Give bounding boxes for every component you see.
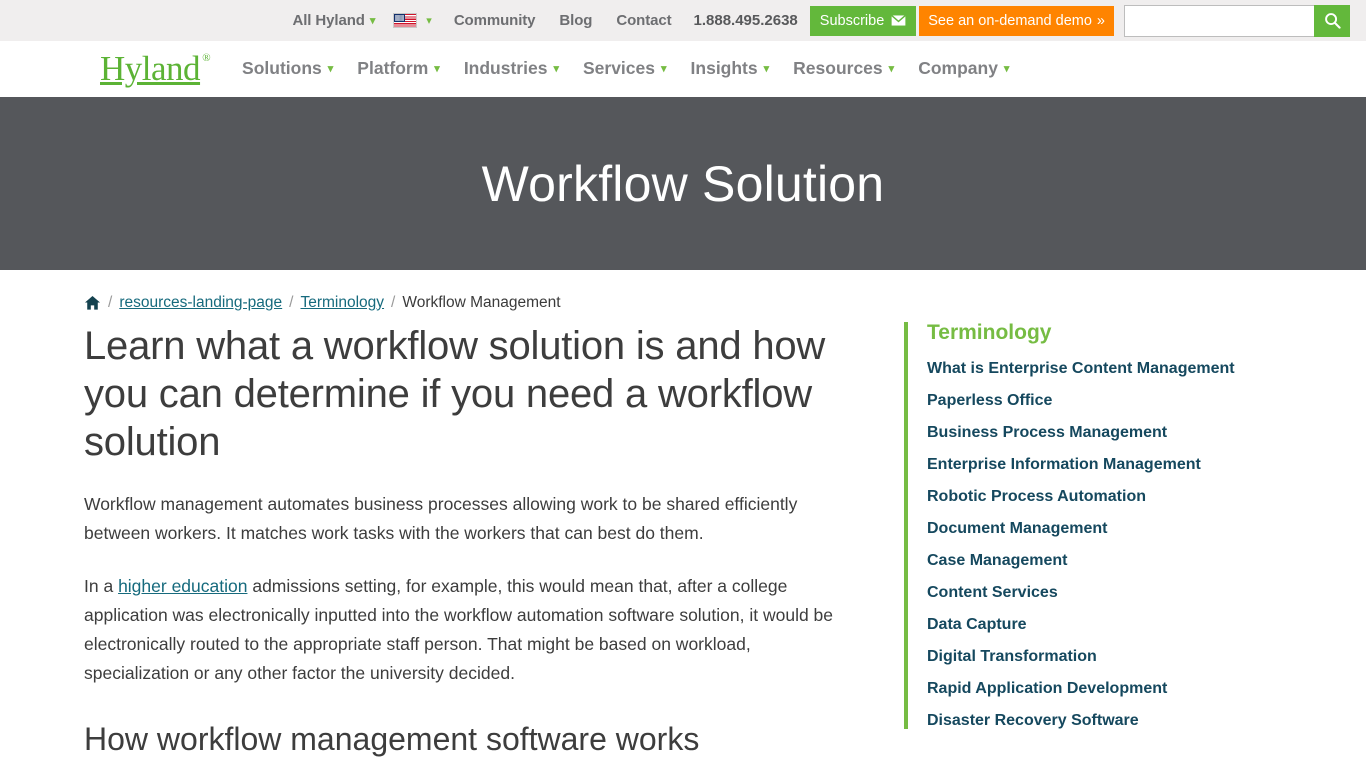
blog-label: Blog bbox=[559, 12, 593, 29]
main-content-column: Learn what a workflow solution is and ho… bbox=[84, 308, 884, 758]
search-icon bbox=[1324, 13, 1341, 29]
us-flag-icon bbox=[393, 13, 418, 28]
content-columns: Learn what a workflow solution is and ho… bbox=[84, 308, 1366, 758]
hero-banner: Workflow Solution bbox=[0, 97, 1366, 270]
terminology-widget: Terminology What is Enterprise Content M… bbox=[904, 322, 1304, 729]
chevron-down-icon: ▾ bbox=[763, 63, 770, 75]
registered-mark: ® bbox=[202, 52, 211, 64]
sidebar-item-what-is-enterprise-content-management[interactable]: What is Enterprise Content Management bbox=[927, 361, 1304, 377]
sidebar-item-robotic-process-automation[interactable]: Robotic Process Automation bbox=[927, 489, 1304, 505]
chevron-down-icon: ▾ bbox=[661, 63, 667, 75]
site-search bbox=[1124, 4, 1350, 37]
demo-label: See an on-demand demo bbox=[928, 12, 1092, 29]
on-demand-demo-button[interactable]: See an on-demand demo » bbox=[919, 5, 1114, 36]
sidebar-item-content-services[interactable]: Content Services bbox=[927, 585, 1304, 601]
sidebar-item-rapid-application-development[interactable]: Rapid Application Development bbox=[927, 681, 1304, 697]
nav-item-solutions[interactable]: Solutions ▾ bbox=[230, 58, 345, 79]
nav-item-industries[interactable]: Industries ▾ bbox=[452, 58, 571, 79]
chevron-down-icon: ▾ bbox=[553, 63, 559, 75]
nav-item-insights[interactable]: Insights ▾ bbox=[679, 58, 782, 79]
nav-label: Platform bbox=[357, 58, 429, 78]
phone-number: 1.888.495.2638 bbox=[693, 12, 798, 29]
article-paragraph-2: In a higher education admissions setting… bbox=[84, 572, 844, 688]
sidebar-title: Terminology bbox=[927, 321, 1052, 344]
chevron-down-icon: ▾ bbox=[1003, 63, 1010, 75]
chevron-down-icon: ▾ bbox=[434, 63, 440, 75]
nav-label: Resources bbox=[793, 58, 883, 78]
top-utility-bar: All Hyland ▾ ▾ Community Blog Contact 1.… bbox=[0, 0, 1366, 41]
sidebar-item-disaster-recovery-software[interactable]: Disaster Recovery Software bbox=[927, 713, 1304, 729]
main-navigation: Hyland ® Solutions ▾ Platform ▾ Industrie… bbox=[0, 41, 1366, 97]
search-button[interactable] bbox=[1314, 4, 1350, 37]
nav-label: Industries bbox=[463, 58, 548, 78]
logo-wordmark: Hyland bbox=[100, 49, 201, 88]
community-label: Community bbox=[453, 12, 536, 29]
nav-item-company[interactable]: Company ▾ bbox=[906, 58, 1021, 79]
article-paragraph-1: Workflow management automates business p… bbox=[84, 494, 798, 543]
double-chevron-right-icon: » bbox=[1096, 12, 1105, 29]
article-subheading: How workflow management software works bbox=[84, 721, 700, 757]
sidebar-item-paperless-office[interactable]: Paperless Office bbox=[927, 393, 1304, 409]
sidebar-item-document-management[interactable]: Document Management bbox=[927, 521, 1304, 537]
article-heading: Learn what a workflow solution is and ho… bbox=[84, 324, 826, 464]
sidebar-item-digital-transformation[interactable]: Digital Transformation bbox=[927, 649, 1304, 665]
hyland-logo[interactable]: Hyland ® bbox=[100, 49, 211, 88]
breadcrumb: / resources-landing-page / Terminology /… bbox=[84, 270, 1366, 311]
sidebar-column: Terminology What is Enterprise Content M… bbox=[904, 308, 1304, 745]
blog-link[interactable]: Blog bbox=[547, 12, 604, 29]
nav-label: Company bbox=[918, 58, 998, 78]
nav-item-resources[interactable]: Resources ▾ bbox=[781, 58, 906, 79]
envelope-icon bbox=[891, 15, 907, 26]
chevron-down-icon: ▾ bbox=[426, 15, 432, 27]
nav-label: Solutions bbox=[242, 58, 322, 78]
all-hyland-menu[interactable]: All Hyland ▾ bbox=[281, 12, 388, 29]
contact-link[interactable]: Contact bbox=[604, 12, 683, 29]
chevron-down-icon: ▾ bbox=[888, 63, 895, 75]
subscribe-button[interactable]: Subscribe bbox=[809, 5, 917, 36]
paragraph-text-before: In a bbox=[84, 576, 119, 596]
sidebar-item-data-capture[interactable]: Data Capture bbox=[927, 617, 1304, 633]
nav-item-services[interactable]: Services ▾ bbox=[571, 58, 679, 79]
chevron-down-icon: ▾ bbox=[369, 15, 376, 27]
search-input[interactable] bbox=[1124, 4, 1314, 37]
sidebar-item-enterprise-information-management[interactable]: Enterprise Information Management bbox=[927, 457, 1304, 473]
nav-label: Services bbox=[582, 58, 655, 78]
all-hyland-label: All Hyland bbox=[292, 12, 365, 29]
sidebar-item-case-management[interactable]: Case Management bbox=[927, 553, 1304, 569]
page-title: Workflow Solution bbox=[481, 155, 885, 212]
sidebar-item-business-process-management[interactable]: Business Process Management bbox=[927, 425, 1304, 441]
page-body: / resources-landing-page / Terminology /… bbox=[0, 270, 1366, 758]
community-link[interactable]: Community bbox=[442, 12, 548, 29]
top-utility-bar-inner: All Hyland ▾ ▾ Community Blog Contact 1.… bbox=[281, 0, 1350, 41]
subscribe-label: Subscribe bbox=[819, 12, 885, 29]
chevron-down-icon: ▾ bbox=[327, 63, 334, 75]
nav-label: Insights bbox=[690, 58, 758, 78]
higher-education-link[interactable]: higher education bbox=[118, 576, 247, 596]
contact-label: Contact bbox=[616, 12, 672, 29]
nav-item-platform[interactable]: Platform ▾ bbox=[345, 58, 452, 79]
locale-selector[interactable]: ▾ bbox=[387, 13, 442, 28]
